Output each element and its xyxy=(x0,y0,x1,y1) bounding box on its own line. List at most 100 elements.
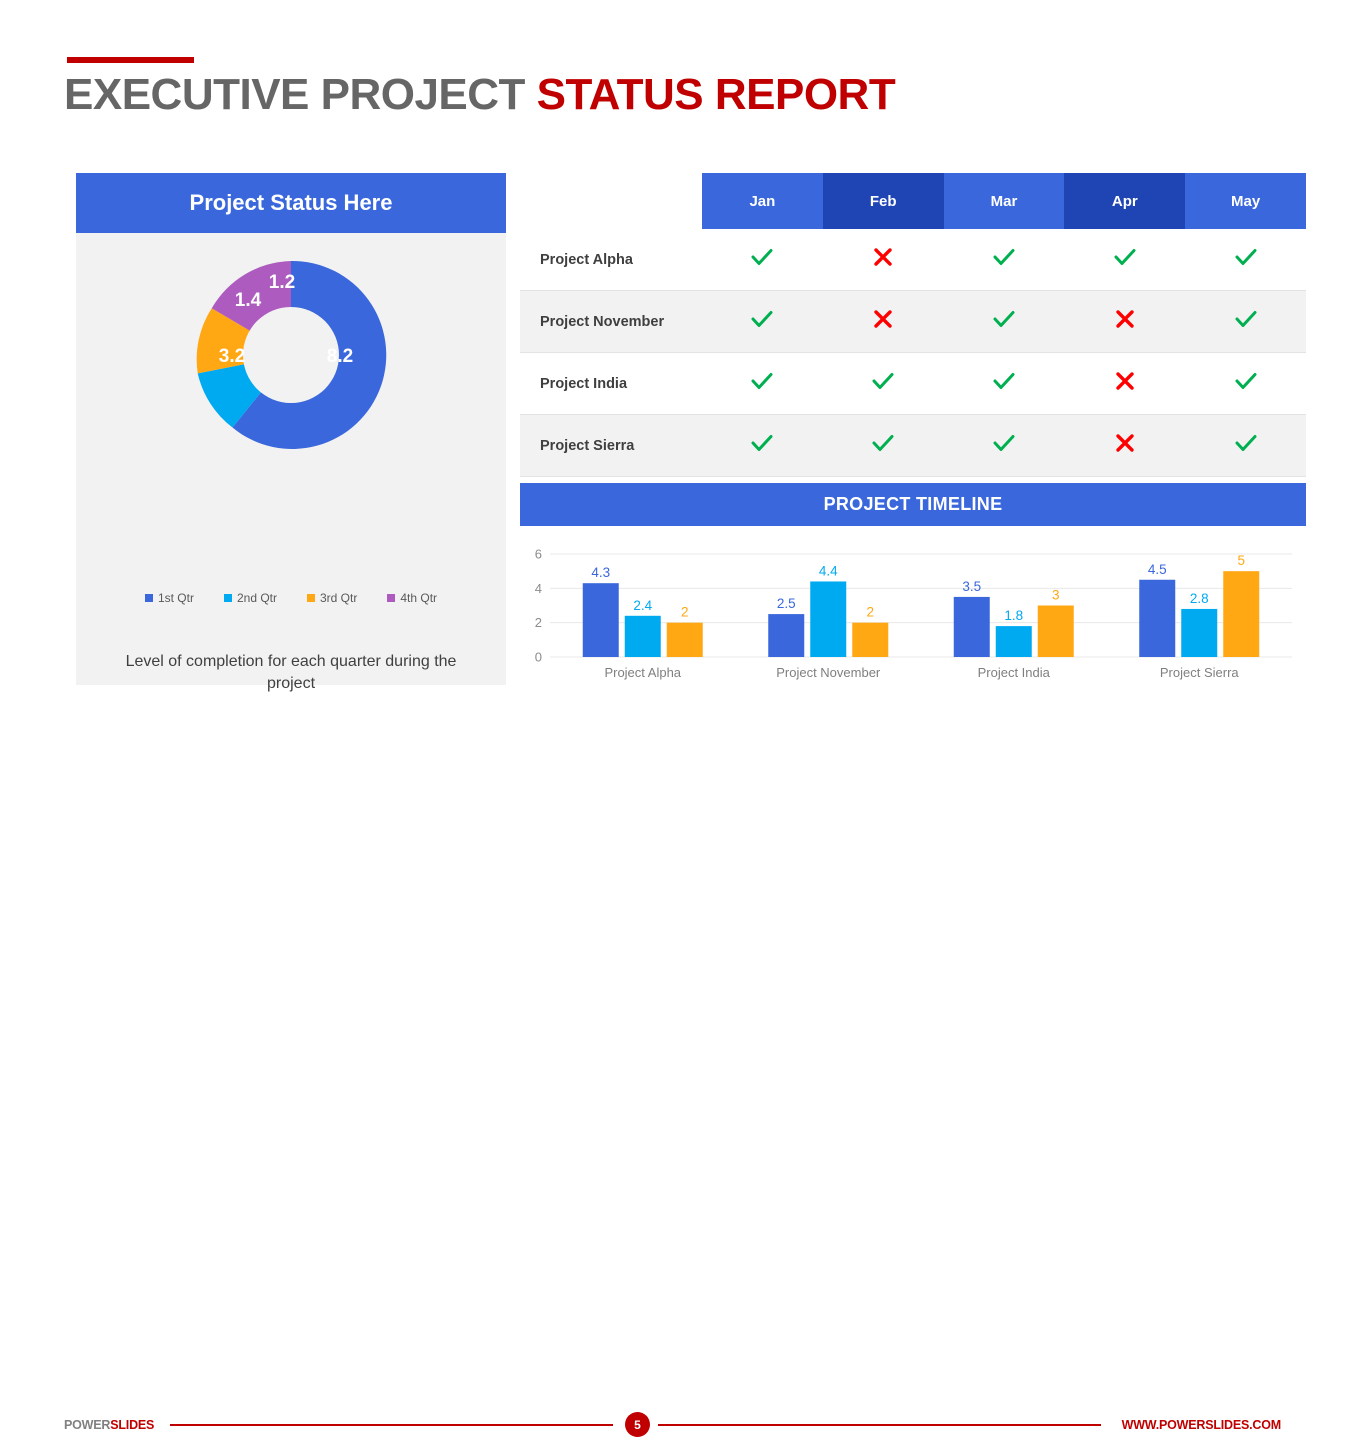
check-icon xyxy=(1112,244,1138,270)
check-icon xyxy=(749,368,775,394)
legend-swatch-icon xyxy=(307,594,315,602)
brand-logo-first: POWER xyxy=(64,1418,111,1432)
bar-value-label: 2.4 xyxy=(633,598,652,613)
check-icon xyxy=(1233,430,1259,456)
table-row: Project India xyxy=(520,352,1306,415)
status-table-body: Project Alpha Project November Project Ind… xyxy=(520,229,1306,477)
status-cell[interactable] xyxy=(1185,352,1306,415)
bar-value-label: 3 xyxy=(1052,588,1060,603)
donut-value-1st-qtr: 8.2 xyxy=(327,346,353,367)
project-name-cell: Project Sierra xyxy=(520,414,702,477)
bar-value-label: 2 xyxy=(681,605,689,620)
bar-series-1 xyxy=(582,583,619,657)
status-cell[interactable] xyxy=(822,290,944,353)
bar-series-2 xyxy=(810,581,847,657)
status-cell[interactable] xyxy=(943,414,1065,477)
project-timeline-chart-svg: 0 2 4 6 4.3 2.4 2 Project Alpha 2.5 4.4 2 Project N… xyxy=(535,547,1292,680)
status-cell[interactable] xyxy=(1185,414,1306,477)
status-cell[interactable] xyxy=(702,414,823,477)
bar-series-3 xyxy=(666,622,703,657)
title-accent-bar xyxy=(67,57,194,63)
bar-value-label: 2.8 xyxy=(1190,591,1209,606)
table-row: Project November xyxy=(520,290,1306,353)
cross-icon xyxy=(870,244,896,270)
project-timeline-chart: 0 2 4 6 4.3 2.4 2 Project Alpha 2.5 4.4 2 Project N… xyxy=(520,540,1306,685)
status-cell[interactable] xyxy=(822,352,944,415)
y-axis-tick: 2 xyxy=(535,615,542,630)
bar-value-label: 1.8 xyxy=(1004,608,1023,623)
y-axis-tick: 0 xyxy=(535,650,542,665)
status-table-corner-cell xyxy=(520,173,702,229)
brand-logo-second: SLIDES xyxy=(110,1418,155,1432)
bar-value-label: 2.5 xyxy=(777,596,796,611)
bar-series-2 xyxy=(1181,608,1218,657)
status-cell[interactable] xyxy=(1064,290,1186,353)
status-table-head: Jan Feb Mar Apr May xyxy=(520,173,1306,229)
status-cell[interactable] xyxy=(702,352,823,415)
panel-caption: Level of completion for each quarter dur… xyxy=(125,653,457,692)
legend-swatch-icon xyxy=(144,594,153,602)
status-cell[interactable] xyxy=(943,352,1065,415)
bar-series-2 xyxy=(624,615,661,657)
status-cell[interactable] xyxy=(1185,290,1306,353)
project-name-cell: Project India xyxy=(520,352,702,415)
status-cell[interactable] xyxy=(702,229,823,291)
site-url: WWW.POWERSLIDES.COM xyxy=(1121,1418,1282,1432)
panel-header: Project Status Here xyxy=(76,173,506,233)
page-title-accent: STATUS REPORT xyxy=(536,70,896,119)
project-name-cell: Project November xyxy=(520,290,702,353)
column-header-jan[interactable]: Jan xyxy=(702,173,823,229)
cross-icon xyxy=(1112,430,1138,456)
brand-logo: POWERSLIDES xyxy=(64,1418,154,1432)
bar-value-label: 3.5 xyxy=(962,579,981,594)
panel-body: 8.2 3.2 1.4 1.2 1st Qtr 2nd Qtr 3rd Qtr … xyxy=(76,233,506,692)
y-axis-tick: 6 xyxy=(535,547,542,562)
bar-series-3 xyxy=(1223,571,1260,657)
status-cell[interactable] xyxy=(1185,229,1306,291)
bar-value-label: 5 xyxy=(1237,553,1245,568)
legend-label: 4th Qtr xyxy=(400,591,438,605)
cross-icon xyxy=(1112,368,1138,394)
status-cell[interactable] xyxy=(822,414,944,477)
footer: POWERSLIDES 5 WWW.POWERSLIDES.COM xyxy=(0,700,1365,1437)
status-cell[interactable] xyxy=(943,229,1065,291)
y-axis-tick: 4 xyxy=(535,581,542,596)
bar-series-1 xyxy=(1139,579,1176,657)
bar-series-3 xyxy=(852,622,889,657)
footer-rule-right xyxy=(658,1424,1101,1426)
check-icon xyxy=(870,430,896,456)
table-row: Project Sierra xyxy=(520,414,1306,477)
table-row: Project Alpha xyxy=(520,229,1306,291)
column-header-apr[interactable]: Apr xyxy=(1064,173,1186,229)
check-icon xyxy=(1233,244,1259,270)
donut-chart-svg: 8.2 3.2 1.4 1.2 xyxy=(196,260,387,449)
check-icon xyxy=(991,368,1017,394)
check-icon xyxy=(991,306,1017,332)
status-cell[interactable] xyxy=(943,290,1065,353)
check-icon xyxy=(991,244,1017,270)
column-header-feb[interactable]: Feb xyxy=(822,173,944,229)
column-header-may[interactable]: May xyxy=(1185,173,1306,229)
project-status-table: Jan Feb Mar Apr May Project Alpha Project… xyxy=(520,173,1306,477)
status-cell[interactable] xyxy=(1064,414,1186,477)
bar-value-label: 2 xyxy=(866,605,874,620)
legend-swatch-icon xyxy=(223,594,232,602)
status-cell[interactable] xyxy=(702,290,823,353)
status-cell[interactable] xyxy=(1064,352,1186,415)
status-cell[interactable] xyxy=(822,229,944,291)
status-cell[interactable] xyxy=(1064,229,1186,291)
timeline-banner-title: PROJECT TIMELINE xyxy=(823,494,1003,514)
project-status-panel: Project Status Here 8.2 3.2 1.4 1.2 1st … xyxy=(76,173,506,692)
column-header-mar[interactable]: Mar xyxy=(943,173,1065,229)
page-title: EXECUTIVE PROJECT STATUS REPORT xyxy=(64,70,896,120)
bar-series-1 xyxy=(768,614,805,657)
timeline-banner: PROJECT TIMELINE xyxy=(520,483,1306,526)
legend-label: 3rd Qtr xyxy=(320,591,358,605)
donut-value-3rd-qtr: 1.4 xyxy=(235,290,262,311)
bar-series-3 xyxy=(1037,605,1074,657)
check-icon xyxy=(749,306,775,332)
check-icon xyxy=(1233,306,1259,332)
footer-rule-left xyxy=(170,1424,613,1426)
donut-value-2nd-qtr: 3.2 xyxy=(219,346,245,367)
check-icon xyxy=(749,430,775,456)
